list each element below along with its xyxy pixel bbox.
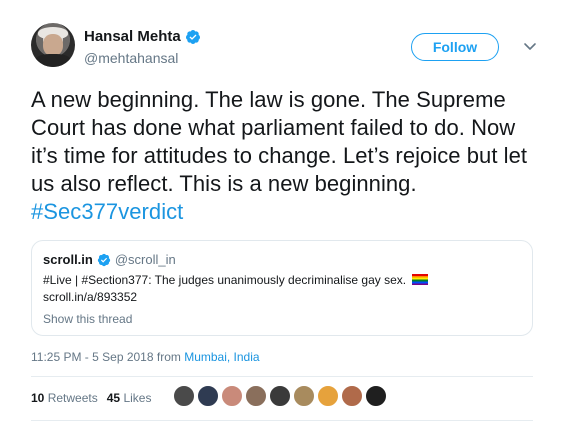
divider [31,420,533,421]
liker-avatar-4[interactable] [245,385,267,407]
follow-button[interactable]: Follow [411,33,499,61]
liker-avatar-7[interactable] [317,385,339,407]
liker-avatar-8[interactable] [341,385,363,407]
liker-avatar-1[interactable] [173,385,195,407]
tweet-location-link[interactable]: Mumbai, India [184,350,259,364]
quote-author-name: scroll.in [43,252,93,267]
tweet-card: Hansal Mehta @mehtahansal Follow A new b… [0,0,567,424]
tweet-metadata: 11:25 PM - 5 Sep 2018 from Mumbai, India [31,350,260,364]
liker-avatar-2[interactable] [197,385,219,407]
liker-avatar-6[interactable] [293,385,315,407]
author-display-name[interactable]: Hansal Mehta [84,28,181,45]
avatar-face [43,34,63,56]
retweets-label: Retweets [47,391,98,405]
tweet-text: A new beginning. The law is gone. The Su… [31,86,531,226]
verified-badge-icon [185,29,200,44]
chevron-down-icon[interactable] [522,38,538,54]
liker-avatars [173,385,387,407]
hashtag-link[interactable]: #Sec377verdict [31,199,183,224]
rainbow-flag-icon [412,274,429,285]
liker-avatar-5[interactable] [269,385,291,407]
tweet-stats: 10 Retweets 45 Likes [31,391,151,405]
tweet-timestamp[interactable]: 11:25 PM - 5 Sep 2018 from [31,350,184,364]
likes-count: 45 [106,391,121,405]
show-thread-link[interactable]: Show this thread [43,312,132,326]
quote-link[interactable]: scroll.in/a/893352 [43,290,137,304]
author-handle[interactable]: @mehtahansal [84,50,178,66]
liker-avatar-9[interactable] [365,385,387,407]
quoted-tweet[interactable]: scroll.in @scroll_in #Live | #Section377… [31,240,533,336]
author-name-row[interactable]: Hansal Mehta [84,28,201,45]
author-avatar[interactable] [31,23,75,67]
quote-header: scroll.in @scroll_in [43,252,176,267]
liker-avatar-3[interactable] [221,385,243,407]
retweets-count: 10 [31,391,45,405]
quote-text: #Live | #Section377: The judges unanimou… [43,273,407,287]
retweets-stat[interactable]: 10 Retweets [31,391,98,405]
tweet-text-body: A new beginning. The law is gone. The Su… [31,87,528,196]
likes-stat[interactable]: 45 Likes [107,391,152,405]
likes-label: Likes [123,391,152,405]
quote-body: #Live | #Section377: The judges unanimou… [43,272,513,306]
quote-author-handle: @scroll_in [114,252,176,267]
avatar-shirt [35,54,71,67]
divider [31,376,533,377]
verified-badge-icon [97,253,110,266]
